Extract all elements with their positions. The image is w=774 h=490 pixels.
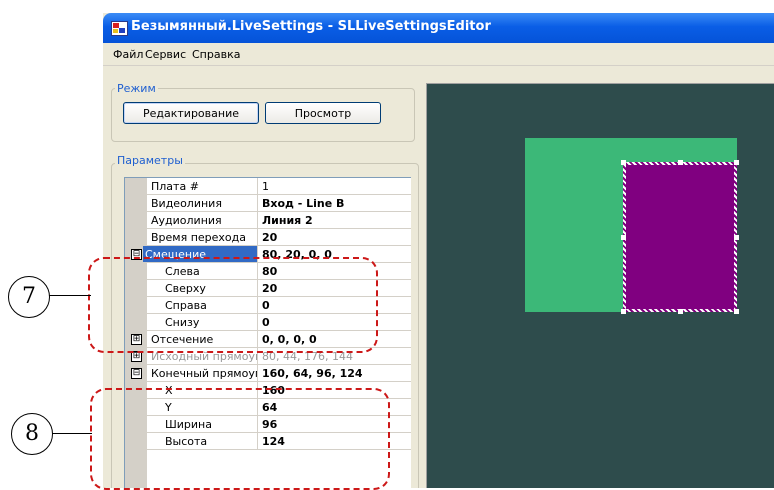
callout-7-leader — [49, 295, 91, 296]
selection-border — [623, 162, 737, 312]
mode-group-label: Режим — [115, 82, 158, 95]
prop-row-audio[interactable]: Аудиолиния Линия 2 — [125, 212, 411, 229]
menu-help[interactable]: Справка — [192, 48, 240, 61]
callout-8-outline — [90, 388, 390, 490]
resize-handle[interactable] — [621, 160, 626, 165]
prop-value[interactable]: Линия 2 — [258, 212, 411, 229]
prop-value[interactable]: 20 — [258, 229, 411, 246]
app-icon — [111, 21, 128, 36]
prop-value[interactable]: Вход - Line B — [258, 195, 411, 212]
edit-mode-button[interactable]: Редактирование — [123, 102, 259, 124]
resize-handle[interactable] — [734, 309, 739, 314]
prop-row-board[interactable]: Плата # 1 — [125, 178, 411, 195]
prop-value[interactable]: 160, 64, 96, 124 — [258, 365, 411, 382]
resize-handle[interactable] — [678, 160, 683, 165]
callout-8-leader — [52, 433, 92, 434]
resize-handle[interactable] — [621, 309, 626, 314]
resize-handle[interactable] — [678, 309, 683, 314]
prop-row-video[interactable]: Видеолиния Вход - Line B — [125, 195, 411, 212]
window-title: Безымянный.LiveSettings - SLLiveSettings… — [131, 19, 491, 34]
preview-canvas[interactable] — [426, 83, 774, 488]
callout-8: 8 — [11, 413, 53, 455]
callout-7: 7 — [8, 276, 50, 318]
menu-service[interactable]: Сервис — [145, 48, 186, 61]
menu-bar: Файл Сервис Справка — [103, 43, 774, 66]
callout-7-outline — [88, 257, 378, 353]
view-mode-button[interactable]: Просмотр — [265, 102, 381, 124]
menu-file[interactable]: Файл — [113, 48, 143, 61]
resize-handle[interactable] — [734, 160, 739, 165]
prop-name: Время перехода — [147, 229, 258, 246]
prop-name: Конечный прямоугольник — [147, 365, 258, 382]
resize-handle[interactable] — [734, 235, 739, 240]
params-group-label: Параметры — [115, 154, 185, 167]
resize-handle[interactable] — [621, 235, 626, 240]
prop-name: Плата # — [147, 178, 258, 195]
title-bar[interactable]: Безымянный.LiveSettings - SLLiveSettings… — [103, 13, 774, 43]
prop-name: Аудиолиния — [147, 212, 258, 229]
prop-row-transition[interactable]: Время перехода 20 — [125, 229, 411, 246]
prop-row-target-rect[interactable]: ⊟ Конечный прямоугольник 160, 64, 96, 12… — [125, 365, 411, 382]
prop-name: Видеолиния — [147, 195, 258, 212]
prop-value[interactable]: 1 — [258, 178, 411, 195]
collapse-icon[interactable]: ⊟ — [131, 368, 142, 379]
